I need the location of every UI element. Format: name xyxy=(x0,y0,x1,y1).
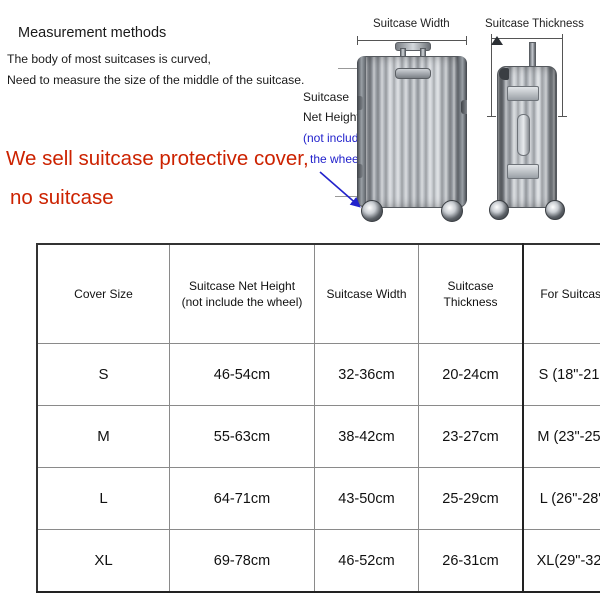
cell-width: 46-52cm xyxy=(314,529,419,593)
cell-cover-size: M xyxy=(36,405,170,468)
cell-net-height: 69-78cm xyxy=(169,529,315,593)
promo-line-1: We sell suitcase protective cover, xyxy=(6,147,309,170)
cell-thickness: 20-24cm xyxy=(418,343,524,406)
cell-cover-size: S xyxy=(36,343,170,406)
cell-width: 38-42cm xyxy=(314,405,419,468)
header-width-label: Suitcase Width xyxy=(326,286,407,301)
cell-net-height: 55-63cm xyxy=(169,405,315,468)
cell-for-suitcase: M (23"-25") xyxy=(522,405,600,468)
header-for-suitcase-label: For Suitcase xyxy=(540,286,600,301)
cell-thickness: 23-27cm xyxy=(418,405,524,468)
table-row: L 64-71cm 43-50cm 25-29cm L (26"-28") xyxy=(36,467,600,530)
cell-thickness: 25-29cm xyxy=(418,467,524,530)
cell-net-height: 46-54cm xyxy=(169,343,315,406)
info-line-2: Need to measure the size of the middle o… xyxy=(7,73,305,87)
header-thickness-label-line-2: Thickness xyxy=(443,295,498,309)
info-line-1: The body of most suitcases is curved, xyxy=(7,52,211,66)
header-net-height: Suitcase Net Height (not include the whe… xyxy=(169,243,315,344)
table-header-row: Cover Size Suitcase Net Height (not incl… xyxy=(36,243,600,344)
cell-width: 32-36cm xyxy=(314,343,419,406)
suitcase-measurement-diagram: Suitcase Width Suitcase Thickness Suitca… xyxy=(295,0,600,232)
header-for-suitcase: For Suitcase xyxy=(522,243,600,344)
table-row: XL 69-78cm 46-52cm 26-31cm XL(29"-32") xyxy=(36,529,600,593)
header-net-height-label: Suitcase Net Height xyxy=(188,278,296,293)
header-thickness: Suitcase Thickness xyxy=(418,243,524,344)
table-row: M 55-63cm 38-42cm 23-27cm M (23"-25") xyxy=(36,405,600,468)
promo-line-2: no suitcase xyxy=(10,186,114,209)
cell-net-height: 64-71cm xyxy=(169,467,315,530)
table-row: S 46-54cm 32-36cm 20-24cm S (18"-21") xyxy=(36,343,600,406)
size-chart-table: Cover Size Suitcase Net Height (not incl… xyxy=(36,243,600,593)
cell-for-suitcase: S (18"-21") xyxy=(522,343,600,406)
cell-cover-size: XL xyxy=(36,529,170,593)
header-cover-size-label: Cover Size xyxy=(74,286,133,301)
cell-width: 43-50cm xyxy=(314,467,419,530)
header-width: Suitcase Width xyxy=(314,243,419,344)
cell-for-suitcase: XL(29"-32") xyxy=(522,529,600,593)
header-net-height-note: (not include the wheel) xyxy=(181,295,303,309)
blue-arrow-icon xyxy=(319,171,361,208)
cell-for-suitcase: L (26"-28") xyxy=(522,467,600,530)
product-size-chart-page: Measurement methods The body of most sui… xyxy=(0,0,600,600)
page-title: Measurement methods xyxy=(18,25,167,41)
header-cover-size: Cover Size xyxy=(36,243,170,344)
header-thickness-label-line-1: Suitcase xyxy=(447,278,494,293)
cell-cover-size: L xyxy=(36,467,170,530)
cell-thickness: 26-31cm xyxy=(418,529,524,593)
